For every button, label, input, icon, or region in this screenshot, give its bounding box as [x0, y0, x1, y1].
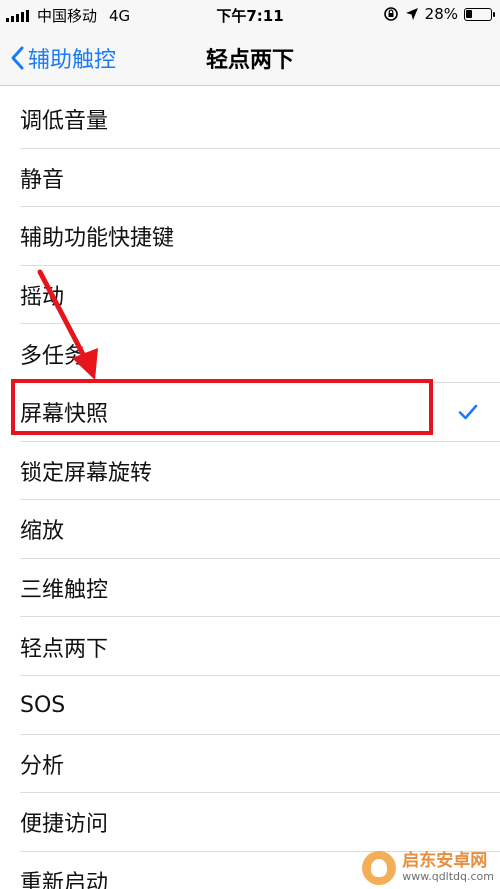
- list-item-label: SOS: [20, 692, 66, 718]
- battery-icon: [464, 7, 495, 21]
- list-item-lock-rotation[interactable]: 锁定屏幕旋转: [0, 441, 500, 501]
- list-item-label: 摇动: [20, 285, 65, 311]
- highlight-box: [11, 379, 433, 435]
- status-right: 28%: [383, 5, 495, 23]
- list-item-label: 静音: [20, 167, 65, 193]
- list-item-label: 缩放: [20, 519, 65, 545]
- list-item-volume-down[interactable]: 调低音量: [0, 90, 500, 149]
- status-bar: 中国移动 4G 下午7:11 28%: [0, 0, 500, 30]
- watermark-title: 启东安卓网: [402, 851, 488, 872]
- list-item-zoom[interactable]: 缩放: [0, 500, 500, 559]
- list-item-analytics[interactable]: 分析: [0, 734, 500, 794]
- list-item-double-tap[interactable]: 轻点两下: [0, 617, 500, 676]
- watermark: 启东安卓网 www.qdltdq.com: [362, 851, 494, 885]
- list-item-label: 调低音量: [20, 109, 109, 135]
- watermark-logo-icon: [362, 851, 397, 885]
- battery-fill: [466, 9, 473, 18]
- list-item-sos[interactable]: SOS: [0, 675, 500, 735]
- list-item-multitasking[interactable]: 多任务: [0, 324, 500, 383]
- list-item-mute[interactable]: 静音: [0, 148, 500, 208]
- list-item-label: 便捷访问: [20, 812, 109, 838]
- battery-percent: 28%: [424, 5, 458, 23]
- list-item-3d-touch[interactable]: 三维触控: [0, 558, 500, 618]
- list-item-shake[interactable]: 摇动: [0, 265, 500, 325]
- watermark-text: 启东安卓网 www.qdltdq.com: [402, 851, 494, 884]
- list-item-label: 辅助功能快捷键: [20, 226, 175, 252]
- list-item-label: 轻点两下: [20, 636, 109, 662]
- list-item-label: 分析: [20, 753, 65, 779]
- list-item-label: 三维触控: [20, 578, 109, 604]
- location-icon: [405, 8, 418, 20]
- list-item-label: 重新启动: [20, 871, 109, 889]
- list-item-accessibility-shortcut[interactable]: 辅助功能快捷键: [0, 207, 500, 266]
- watermark-url: www.qdltdq.com: [402, 870, 494, 884]
- list-item-reachability[interactable]: 便捷访问: [0, 793, 500, 852]
- list-item-label: 锁定屏幕旋转: [20, 460, 153, 486]
- action-list: 调低音量 静音 辅助功能快捷键 摇动 多任务 屏幕快照 锁定屏幕旋转 缩放 三维…: [0, 90, 500, 889]
- nav-bar: 辅助触控 轻点两下: [0, 30, 500, 86]
- page-title: 轻点两下: [205, 48, 294, 73]
- list-item-label: 多任务: [20, 343, 87, 369]
- rotation-lock-icon: [383, 7, 398, 21]
- checkmark-icon: [458, 404, 478, 420]
